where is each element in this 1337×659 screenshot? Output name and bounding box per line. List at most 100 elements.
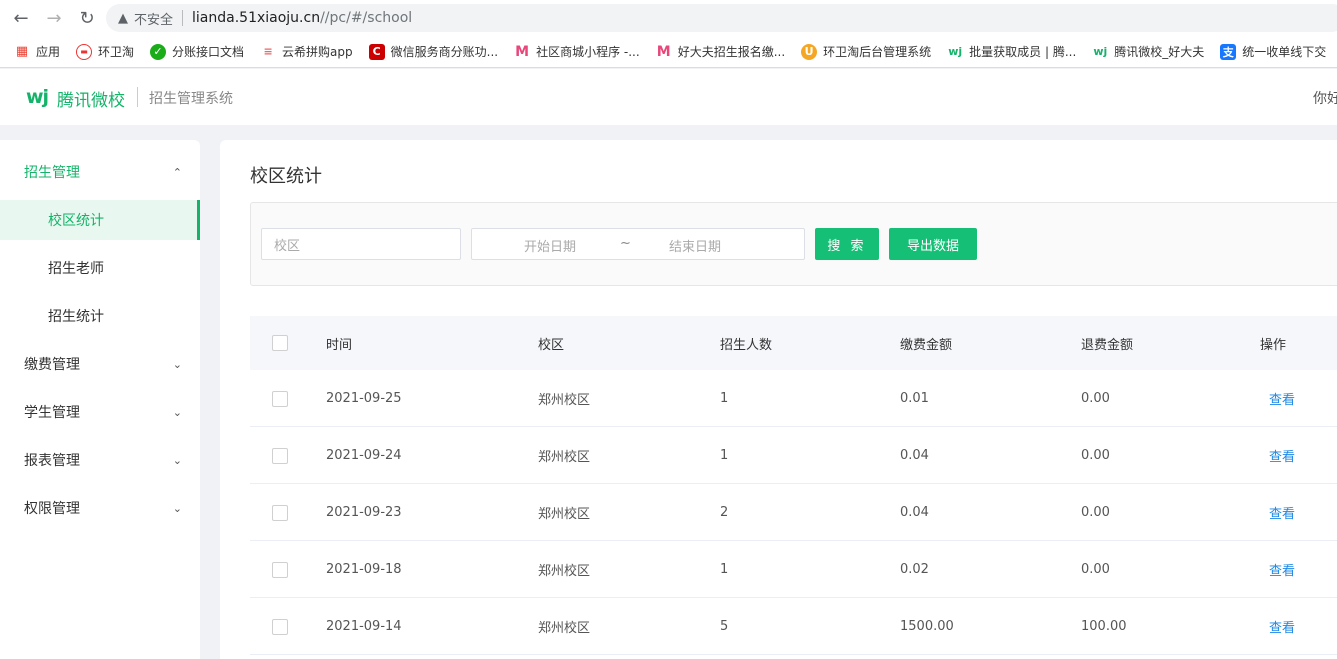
- table-row: 2021-09-18 郑州校区 1 0.02 0.00 查看: [250, 541, 1337, 598]
- bookmark-label: 好大夫招生报名缴...: [677, 45, 786, 59]
- date-range-picker[interactable]: 开始日期 ~ 结束日期: [471, 228, 805, 260]
- url-path: //pc/#/school: [320, 10, 413, 26]
- cell-payment: 0.02: [900, 561, 929, 577]
- select-all-checkbox[interactable]: [272, 335, 288, 351]
- logo-icon: wj: [26, 86, 49, 108]
- cell-time: 2021-09-18: [326, 561, 402, 577]
- m-logo-icon: M: [515, 43, 530, 60]
- cell-actions: 查看: [1260, 484, 1295, 540]
- bookmark-label: 批量获取成员 | 腾...: [969, 45, 1077, 59]
- sidebar-menu-students[interactable]: 学生管理 ⌄: [0, 388, 200, 436]
- alipay-icon: 支: [1220, 43, 1237, 60]
- bookmark-item[interactable]: M 好大夫招生报名缴...: [656, 43, 785, 60]
- chevron-down-icon: ⌄: [172, 357, 182, 371]
- reload-icon[interactable]: ↻: [77, 8, 97, 29]
- column-header-refund: 退费金额: [1081, 337, 1134, 353]
- cell-payment: 0.04: [900, 504, 929, 520]
- warning-triangle-icon: ▲: [118, 10, 128, 26]
- bookmark-item[interactable]: C 微信服务商分账功...: [368, 43, 499, 60]
- row-checkbox[interactable]: [272, 391, 288, 407]
- bookmark-item[interactable]: ✓ 分账接口文档: [150, 43, 244, 60]
- menu-label: 权限管理: [24, 501, 80, 517]
- campus-placeholder: 校区: [274, 238, 301, 254]
- app-header: wj 腾讯微校 招生管理系统 你好: [0, 69, 1337, 125]
- cell-actions: 查看: [1260, 427, 1295, 483]
- cell-count: 1: [720, 561, 729, 577]
- sidebar-menu-reports[interactable]: 报表管理 ⌄: [0, 436, 200, 484]
- sidebar-menu-payments[interactable]: 缴费管理 ⌄: [0, 340, 200, 388]
- sidebar-menu-enrollment[interactable]: 招生管理 ⌃: [0, 148, 200, 196]
- bookmark-label: 环卫淘: [98, 45, 135, 59]
- column-header-count: 招生人数: [720, 337, 773, 353]
- bookmarks-bar: ▦ 应用 ▬ 环卫淘 ✓ 分账接口文档 ≡ 云希拼购app C 微信服务商分账功…: [0, 36, 1337, 68]
- view-link[interactable]: 查看: [1269, 446, 1295, 465]
- cell-campus: 郑州校区: [538, 506, 591, 522]
- table-row: 2021-09-23 郑州校区 2 0.04 0.00 查看: [250, 484, 1337, 541]
- bookmark-item[interactable]: U 环卫淘后台管理系统: [801, 43, 931, 60]
- menu-label: 校区统计: [48, 213, 104, 229]
- bookmark-item[interactable]: ≡ 云希拼购app: [260, 43, 352, 60]
- cell-time: 2021-09-23: [326, 504, 402, 520]
- start-date-input[interactable]: 开始日期: [524, 236, 576, 255]
- browser-address-bar: ← → ↻ ▲ 不安全 lianda.51xiaoju.cn //pc/#/sc…: [0, 0, 1337, 36]
- cell-time: 2021-09-24: [326, 447, 402, 463]
- cell-count: 1: [720, 390, 729, 406]
- url-input[interactable]: ▲ 不安全 lianda.51xiaoju.cn //pc/#/school: [106, 4, 1337, 32]
- view-link[interactable]: 查看: [1269, 560, 1295, 579]
- view-link[interactable]: 查看: [1269, 617, 1295, 636]
- cell-payment: 1500.00: [900, 618, 954, 634]
- menu-label: 招生统计: [48, 309, 104, 325]
- menu-label: 学生管理: [24, 405, 80, 421]
- back-arrow-icon[interactable]: ←: [11, 8, 31, 29]
- view-link[interactable]: 查看: [1269, 503, 1295, 522]
- m-logo-icon: M: [656, 43, 671, 60]
- cell-campus: 郑州校区: [538, 563, 591, 579]
- bookmark-label: 统一收单线下交: [1242, 45, 1327, 59]
- cell-actions: 查看: [1260, 370, 1295, 426]
- user-greeting[interactable]: 你好: [1313, 88, 1337, 108]
- bookmark-item[interactable]: wj 批量获取成员 | 腾...: [947, 43, 1076, 60]
- menu-label: 报表管理: [24, 453, 80, 469]
- bookmark-item[interactable]: 支 统一收单线下交: [1220, 43, 1326, 60]
- cell-campus: 郑州校区: [538, 392, 591, 408]
- bookmark-label: 环卫淘后台管理系统: [823, 45, 932, 59]
- cell-campus: 郑州校区: [538, 449, 591, 465]
- export-data-button[interactable]: 导出数据: [889, 228, 977, 260]
- bookmark-item[interactable]: ▦ 应用: [14, 43, 60, 60]
- column-header-payment: 缴费金额: [900, 337, 953, 353]
- forward-arrow-icon[interactable]: →: [44, 8, 64, 29]
- row-checkbox[interactable]: [272, 619, 288, 635]
- sidebar-menu-permissions[interactable]: 权限管理 ⌄: [0, 484, 200, 532]
- sidebar-item-enrollment-stats[interactable]: 招生统计: [0, 296, 200, 336]
- cell-time: 2021-09-25: [326, 390, 402, 406]
- sidebar-item-enrollment-teachers[interactable]: 招生老师: [0, 248, 200, 288]
- view-link[interactable]: 查看: [1269, 389, 1295, 408]
- logo-text: 腾讯微校: [57, 91, 125, 111]
- sidebar-item-campus-stats[interactable]: 校区统计: [0, 200, 200, 240]
- row-checkbox[interactable]: [272, 448, 288, 464]
- bookmark-label: 微信服务商分账功...: [390, 45, 499, 59]
- bookmark-item[interactable]: ▬ 环卫淘: [76, 43, 134, 60]
- column-header-campus: 校区: [538, 337, 565, 353]
- campus-input[interactable]: 校区: [261, 228, 461, 260]
- insecure-label: 不安全: [134, 12, 174, 28]
- menu-label: 缴费管理: [24, 357, 80, 373]
- search-button[interactable]: 搜 索: [815, 228, 879, 260]
- end-date-input[interactable]: 结束日期: [669, 236, 721, 255]
- chevron-down-icon: ⌄: [172, 453, 182, 467]
- cell-payment: 0.04: [900, 447, 929, 463]
- bookmark-label: 应用: [36, 45, 61, 59]
- cell-actions: 查看: [1260, 598, 1295, 654]
- column-header-actions: 操作: [1260, 337, 1287, 353]
- table-row: 2021-09-25 郑州校区 1 0.01 0.00 查看: [250, 370, 1337, 427]
- row-checkbox[interactable]: [272, 505, 288, 521]
- bookmark-label: 社区商城小程序 -...: [536, 45, 640, 59]
- column-header-time: 时间: [326, 337, 353, 353]
- table-row: 2021-09-14 郑州校区 5 1500.00 100.00 查看: [250, 598, 1337, 655]
- bookmark-item[interactable]: M 社区商城小程序 -...: [514, 43, 640, 60]
- bookmark-item[interactable]: wj 腾讯微校_好大夫: [1092, 43, 1204, 60]
- c-logo-icon: C: [368, 43, 385, 60]
- range-separator: ~: [620, 236, 631, 251]
- row-checkbox[interactable]: [272, 562, 288, 578]
- table-header: 时间 校区 招生人数 缴费金额 退费金额 操作: [250, 316, 1337, 370]
